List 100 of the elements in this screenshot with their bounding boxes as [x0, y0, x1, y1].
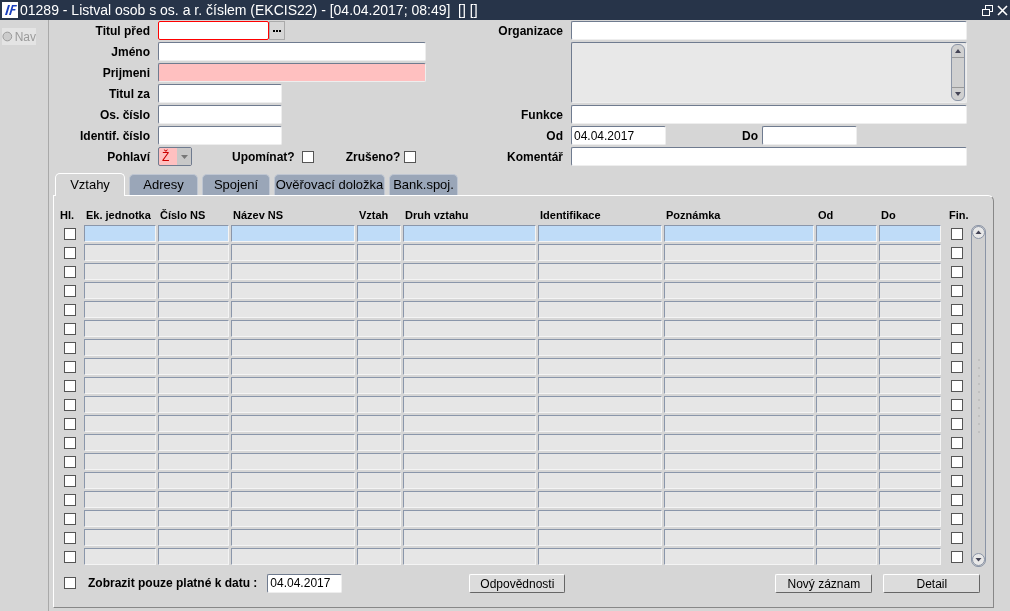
close-icon[interactable] [997, 4, 1008, 16]
table-cell[interactable] [158, 491, 229, 508]
table-cell[interactable] [664, 320, 814, 337]
table-cell[interactable] [538, 453, 662, 470]
checkbox[interactable] [951, 550, 963, 563]
table-cell[interactable] [357, 434, 401, 451]
table-cell[interactable] [879, 320, 941, 337]
table-cell[interactable] [357, 510, 401, 527]
table-cell[interactable] [357, 301, 401, 318]
table-cell[interactable] [84, 415, 156, 432]
checkbox[interactable] [951, 341, 963, 354]
table-cell[interactable] [816, 453, 877, 470]
table-cell[interactable] [84, 434, 156, 451]
table-cell[interactable] [231, 320, 355, 337]
table-cell[interactable] [403, 339, 536, 356]
table-cell[interactable] [357, 529, 401, 546]
table-cell[interactable] [403, 453, 536, 470]
table-cell[interactable] [158, 263, 229, 280]
table-cell[interactable] [538, 415, 662, 432]
table-cell[interactable] [403, 358, 536, 375]
tab[interactable]: Spojení [202, 174, 270, 195]
table-cell[interactable] [816, 472, 877, 489]
table-cell[interactable] [664, 263, 814, 280]
table-cell[interactable] [231, 263, 355, 280]
table-cell[interactable] [357, 396, 401, 413]
table-cell[interactable] [664, 510, 814, 527]
table-cell[interactable] [664, 301, 814, 318]
checkbox[interactable] [64, 474, 76, 487]
table-cell[interactable] [403, 225, 536, 242]
checkbox[interactable] [64, 398, 76, 411]
table-cell[interactable] [357, 225, 401, 242]
table-cell[interactable] [664, 244, 814, 261]
gender-select[interactable]: Ž [158, 147, 192, 166]
table-cell[interactable] [879, 415, 941, 432]
table-cell[interactable] [84, 225, 156, 242]
checkbox[interactable] [951, 379, 963, 392]
table-cell[interactable] [538, 244, 662, 261]
table-cell[interactable] [231, 282, 355, 299]
table-cell[interactable] [538, 377, 662, 394]
table-cell[interactable] [879, 510, 941, 527]
checkbox[interactable] [64, 360, 76, 373]
table-cell[interactable] [403, 396, 536, 413]
table-cell[interactable] [879, 453, 941, 470]
table-cell[interactable] [357, 339, 401, 356]
table-cell[interactable] [879, 491, 941, 508]
restore-icon[interactable] [982, 4, 993, 16]
text-field[interactable] [158, 63, 426, 82]
scrollbar[interactable] [951, 44, 965, 101]
tab[interactable]: Bank.spoj. [389, 174, 458, 195]
checkbox[interactable] [951, 322, 963, 335]
checkbox[interactable] [64, 284, 76, 297]
checkbox[interactable] [64, 577, 76, 589]
table-cell[interactable] [538, 263, 662, 280]
table-cell[interactable] [879, 301, 941, 318]
table-cell[interactable] [357, 358, 401, 375]
checkbox[interactable] [64, 512, 76, 525]
action-button[interactable]: Detail [883, 573, 981, 593]
table-cell[interactable] [816, 529, 877, 546]
action-button[interactable]: Odpovědnosti [469, 573, 566, 593]
table-cell[interactable] [231, 339, 355, 356]
table-cell[interactable] [816, 434, 877, 451]
checkbox[interactable] [64, 246, 76, 259]
checkbox[interactable] [951, 493, 963, 506]
table-cell[interactable] [84, 548, 156, 565]
table-cell[interactable] [664, 282, 814, 299]
table-cell[interactable] [538, 472, 662, 489]
table-cell[interactable] [538, 510, 662, 527]
table-cell[interactable] [158, 358, 229, 375]
table-cell[interactable] [231, 434, 355, 451]
table-cell[interactable] [403, 282, 536, 299]
table-cell[interactable] [403, 529, 536, 546]
checkbox[interactable] [64, 455, 76, 468]
checkbox[interactable] [64, 322, 76, 335]
table-cell[interactable] [158, 301, 229, 318]
table-cell[interactable] [231, 244, 355, 261]
table-cell[interactable] [357, 415, 401, 432]
table-cell[interactable] [879, 434, 941, 451]
table-cell[interactable] [84, 282, 156, 299]
table-cell[interactable] [158, 434, 229, 451]
table-cell[interactable] [403, 472, 536, 489]
table-cell[interactable] [816, 263, 877, 280]
table-cell[interactable] [403, 263, 536, 280]
checkbox[interactable] [951, 265, 963, 278]
table-cell[interactable] [816, 415, 877, 432]
lookup-button[interactable] [269, 21, 285, 40]
table-cell[interactable] [357, 320, 401, 337]
checkbox[interactable] [951, 227, 963, 240]
checkbox[interactable] [951, 436, 963, 449]
table-cell[interactable] [664, 339, 814, 356]
checkbox[interactable] [64, 379, 76, 392]
table-cell[interactable] [403, 548, 536, 565]
checkbox[interactable] [951, 417, 963, 430]
checkbox[interactable] [951, 360, 963, 373]
table-cell[interactable] [84, 472, 156, 489]
table-cell[interactable] [357, 472, 401, 489]
table-cell[interactable] [231, 225, 355, 242]
table-cell[interactable] [403, 244, 536, 261]
table-cell[interactable] [231, 472, 355, 489]
tab[interactable]: Ověřovací doložka [274, 174, 385, 195]
table-cell[interactable] [403, 491, 536, 508]
